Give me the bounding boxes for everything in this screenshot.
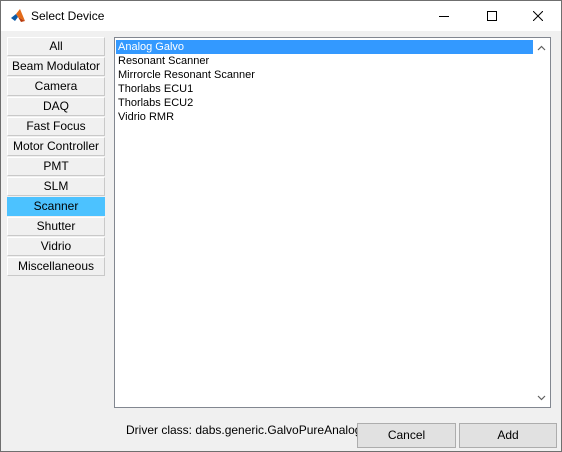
window-title: Select Device	[31, 9, 105, 23]
maximize-button[interactable]	[469, 1, 515, 31]
add-button[interactable]: Add	[459, 423, 557, 448]
scroll-down-button[interactable]	[533, 389, 550, 406]
list-item[interactable]: Thorlabs ECU2	[116, 96, 534, 110]
scroll-up-button[interactable]	[533, 39, 550, 56]
vertical-scrollbar[interactable]	[533, 38, 550, 407]
title-bar: Select Device	[1, 1, 561, 31]
category-pmt[interactable]: PMT	[7, 157, 105, 176]
list-item[interactable]: Thorlabs ECU1	[116, 82, 534, 96]
chevron-up-icon	[537, 45, 546, 50]
select-device-window: Select Device All Beam Modulator Camera …	[0, 0, 562, 452]
list-item[interactable]: Vidrio RMR	[116, 110, 534, 124]
category-sidebar: All Beam Modulator Camera DAQ Fast Focus…	[5, 35, 107, 397]
close-icon	[533, 11, 543, 21]
category-shutter[interactable]: Shutter	[7, 217, 105, 236]
minimize-icon	[439, 16, 449, 17]
list-item[interactable]: Mirrorcle Resonant Scanner	[116, 68, 534, 82]
category-camera[interactable]: Camera	[7, 77, 105, 96]
category-slm[interactable]: SLM	[7, 177, 105, 196]
category-scanner[interactable]: Scanner	[7, 197, 105, 216]
device-list-items: Analog Galvo Resonant Scanner Mirrorcle …	[116, 40, 534, 124]
category-beam-modulator[interactable]: Beam Modulator	[7, 57, 105, 76]
list-item[interactable]: Analog Galvo	[116, 40, 534, 54]
chevron-down-icon	[537, 395, 546, 400]
cancel-button[interactable]: Cancel	[357, 423, 456, 448]
category-daq[interactable]: DAQ	[7, 97, 105, 116]
category-fast-focus[interactable]: Fast Focus	[7, 117, 105, 136]
driver-class-label: Driver class: dabs.generic.GalvoPureAnal…	[126, 423, 362, 437]
list-item[interactable]: Resonant Scanner	[116, 54, 534, 68]
category-vidrio[interactable]: Vidrio	[7, 237, 105, 256]
close-button[interactable]	[515, 1, 561, 31]
maximize-icon	[487, 11, 497, 21]
matlab-icon	[11, 9, 25, 22]
category-miscellaneous[interactable]: Miscellaneous	[7, 257, 105, 276]
category-motor-controller[interactable]: Motor Controller	[7, 137, 105, 156]
category-all[interactable]: All	[7, 37, 105, 56]
device-list[interactable]: Analog Galvo Resonant Scanner Mirrorcle …	[114, 37, 551, 408]
minimize-button[interactable]	[421, 1, 467, 31]
